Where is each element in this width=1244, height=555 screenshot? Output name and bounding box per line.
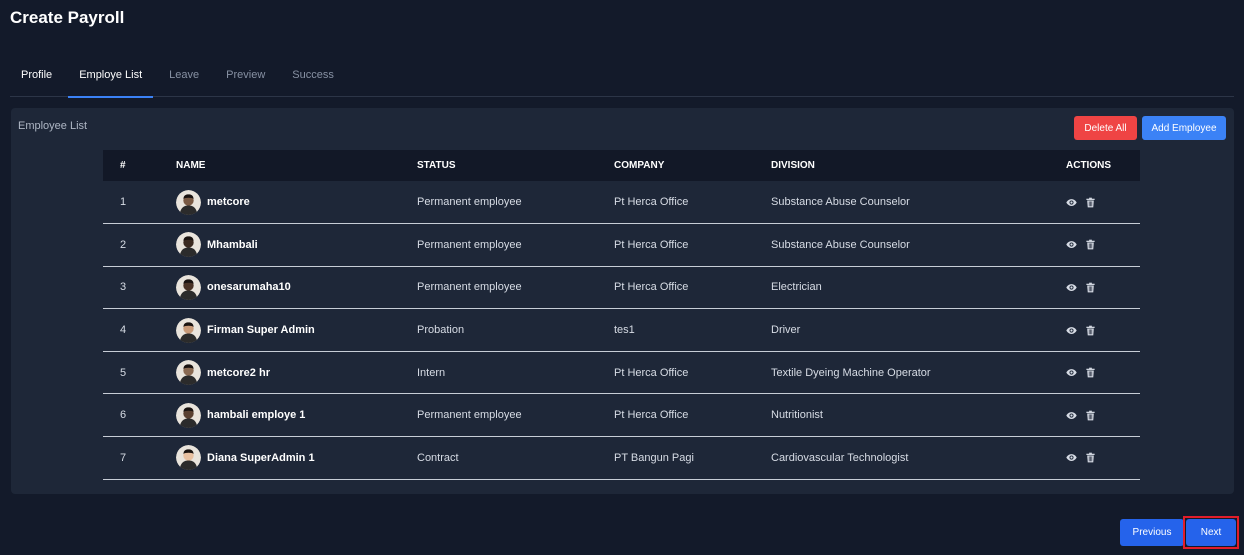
row-name-cell: metcore2 hr [176, 351, 417, 394]
trash-icon[interactable] [1085, 197, 1096, 208]
row-company: PT Bangun Pagi [614, 451, 694, 464]
header-company: COMPANY [614, 160, 665, 171]
row-company: Pt Herca Office [614, 409, 689, 422]
employee-name: metcore2 hr [207, 366, 270, 379]
row-company: Pt Herca Office [614, 196, 689, 209]
row-division: Substance Abuse Counselor [771, 196, 910, 209]
row-number: 3 [120, 281, 127, 294]
avatar [176, 274, 201, 300]
table-row: 6 hambali employe 1 Permanent employee P… [103, 394, 1140, 437]
trash-icon[interactable] [1085, 410, 1096, 421]
avatar [176, 317, 201, 343]
row-company: tes1 [614, 324, 635, 337]
table-header-row: # NAME STATUS COMPANY DIVISION ACTIONS [103, 150, 1140, 181]
table-row: 1 metcore Permanent employee Pt Herca Of… [103, 181, 1140, 224]
row-status: Probation [417, 324, 465, 337]
row-actions [1055, 437, 1140, 480]
trash-icon[interactable] [1085, 325, 1096, 336]
employee-table: # NAME STATUS COMPANY DIVISION ACTIONS 1… [103, 150, 1140, 480]
employee-name: hambali employe 1 [207, 409, 306, 422]
tab-preview[interactable]: Preview [215, 62, 276, 97]
header-status: STATUS [417, 160, 456, 171]
eye-icon[interactable] [1066, 197, 1077, 208]
header-actions: ACTIONS [1066, 160, 1111, 171]
trash-icon[interactable] [1085, 239, 1096, 250]
card-title: Employee List [18, 120, 88, 132]
row-status: Intern [417, 366, 446, 379]
table-row: 3 onesarumaha10 Permanent employee Pt He… [103, 266, 1140, 309]
row-status: Permanent employee [417, 409, 522, 422]
tab-profile[interactable]: Profile [10, 62, 63, 97]
row-name-cell: Firman Super Admin [176, 309, 417, 352]
row-actions [1055, 181, 1140, 224]
header-division: DIVISION [771, 160, 815, 171]
row-name-cell: Diana SuperAdmin 1 [176, 437, 417, 480]
table-row: 7 Diana SuperAdmin 1 Contract PT Bangun … [103, 437, 1140, 480]
tab-employe-list[interactable]: Employe List [68, 62, 154, 98]
row-number: 5 [120, 366, 127, 379]
tab-success[interactable]: Success [281, 62, 345, 97]
avatar [176, 445, 201, 471]
next-button[interactable]: Next [1186, 519, 1236, 546]
row-name-cell: Mhambali [176, 224, 417, 267]
row-actions [1055, 266, 1140, 309]
row-company: Pt Herca Office [614, 366, 689, 379]
eye-icon[interactable] [1066, 452, 1077, 463]
table-row: 2 Mhambali Permanent employee Pt Herca O… [103, 224, 1140, 267]
table-row: 5 metcore2 hr Intern Pt Herca Office Tex… [103, 351, 1140, 394]
row-status: Permanent employee [417, 281, 522, 294]
employee-name: Diana SuperAdmin 1 [207, 451, 315, 464]
row-number: 7 [120, 451, 127, 464]
row-status: Permanent employee [417, 196, 522, 209]
row-division: Textile Dyeing Machine Operator [771, 366, 931, 379]
eye-icon[interactable] [1066, 410, 1077, 421]
row-name-cell: metcore [176, 181, 417, 224]
avatar [176, 360, 201, 386]
row-company: Pt Herca Office [614, 238, 689, 251]
row-actions [1055, 224, 1140, 267]
row-status: Contract [417, 451, 459, 464]
row-actions [1055, 309, 1140, 352]
row-division: Substance Abuse Counselor [771, 238, 910, 251]
eye-icon[interactable] [1066, 239, 1077, 250]
delete-all-button[interactable]: Delete All [1074, 116, 1137, 140]
row-division: Nutritionist [771, 409, 823, 422]
trash-icon[interactable] [1085, 282, 1096, 293]
add-employee-button[interactable]: Add Employee [1142, 116, 1226, 140]
row-name-cell: onesarumaha10 [176, 266, 417, 309]
avatar [176, 232, 201, 258]
eye-icon[interactable] [1066, 367, 1077, 378]
eye-icon[interactable] [1066, 325, 1077, 336]
trash-icon[interactable] [1085, 367, 1096, 378]
header-number: # [120, 160, 126, 171]
previous-button[interactable]: Previous [1120, 519, 1184, 546]
row-number: 4 [120, 324, 127, 337]
row-actions [1055, 351, 1140, 394]
row-number: 1 [120, 196, 127, 209]
avatar [176, 402, 201, 428]
row-division: Electrician [771, 281, 822, 294]
employee-name: metcore [207, 196, 250, 209]
employee-list-card: Employee List Delete All Add Employee # … [11, 108, 1234, 494]
row-division: Cardiovascular Technologist [771, 451, 909, 464]
trash-icon[interactable] [1085, 452, 1096, 463]
employee-name: Mhambali [207, 238, 258, 251]
row-number: 2 [120, 238, 127, 251]
row-status: Permanent employee [417, 238, 522, 251]
row-name-cell: hambali employe 1 [176, 394, 417, 437]
table-row: 4 Firman Super Admin Probation tes1 Driv… [103, 309, 1140, 352]
row-number: 6 [120, 409, 127, 422]
row-division: Driver [771, 324, 801, 337]
tab-bar: Profile Employe List Leave Preview Succe… [10, 62, 1234, 98]
page-title: Create Payroll [10, 8, 125, 27]
tab-leave[interactable]: Leave [158, 62, 210, 97]
row-actions [1055, 394, 1140, 437]
avatar [176, 189, 201, 215]
row-company: Pt Herca Office [614, 281, 689, 294]
header-name: NAME [176, 160, 206, 171]
employee-name: onesarumaha10 [207, 281, 291, 294]
eye-icon[interactable] [1066, 282, 1077, 293]
employee-name: Firman Super Admin [207, 324, 315, 337]
